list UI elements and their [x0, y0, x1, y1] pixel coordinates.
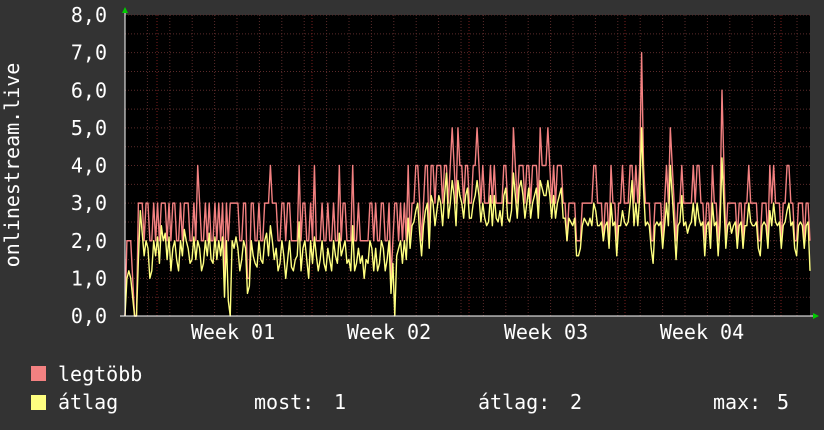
y-tick-label: 1,0	[71, 266, 107, 290]
stat-max-value: 5	[777, 390, 789, 414]
stat-atlag-label: átlag:	[478, 390, 550, 414]
x-tick-label: Week 04	[660, 320, 744, 344]
legend-label-atlag: átlag	[58, 390, 118, 414]
x-tick-label: Week 03	[504, 320, 588, 344]
y-tick-label: 5,0	[71, 116, 107, 140]
stat-max-label: max:	[713, 390, 761, 414]
x-tick-label: Week 02	[347, 320, 431, 344]
legend-swatch-legtobb	[31, 366, 46, 381]
y-axis-label: onlinestream.live	[0, 63, 24, 268]
x-tick-label: Week 01	[191, 320, 275, 344]
stat-atlag-value: 2	[570, 390, 582, 414]
legend-label-legtobb: legtöbb	[58, 362, 142, 386]
y-tick-label: 6,0	[71, 78, 107, 102]
legend-swatch-atlag	[31, 395, 46, 410]
stat-most-label: most:	[254, 390, 314, 414]
y-tick-label: 0,0	[71, 304, 107, 328]
y-tick-labels: 0,0 1,0 2,0 3,0 4,0 5,0 6,0 7,0 8,0	[71, 3, 107, 328]
stat-most-value: 1	[334, 390, 346, 414]
chart-svg: 0,0 1,0 2,0 3,0 4,0 5,0 6,0 7,0 8,0 Week 01 Week …	[0, 0, 824, 430]
y-tick-label: 3,0	[71, 191, 107, 215]
y-tick-label: 7,0	[71, 41, 107, 65]
y-tick-label: 2,0	[71, 229, 107, 253]
y-tick-label: 4,0	[71, 154, 107, 178]
y-tick-label: 8,0	[71, 3, 107, 27]
